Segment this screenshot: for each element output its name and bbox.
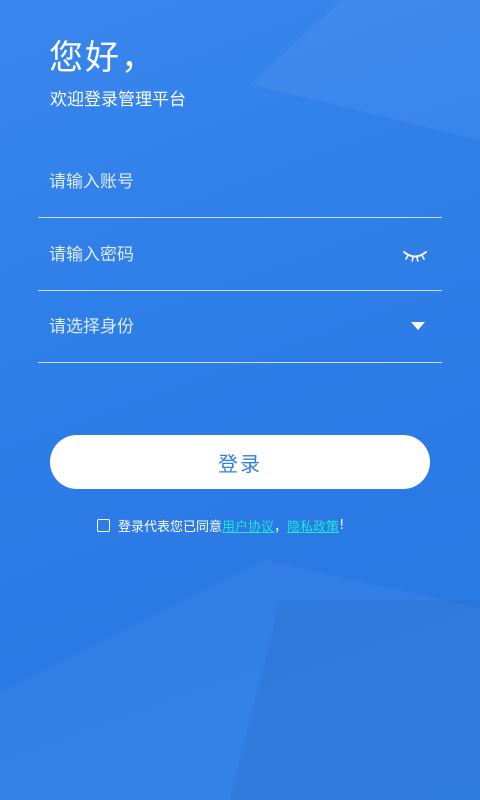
identity-placeholder: 请选择身份 bbox=[49, 317, 134, 337]
user-agreement-link[interactable]: 用户协议 bbox=[222, 516, 274, 535]
account-input[interactable] bbox=[49, 146, 379, 218]
agreement-separator: ， bbox=[274, 519, 288, 535]
agreement-prefix: 登录代表您已同意 bbox=[118, 519, 223, 535]
background-facet bbox=[230, 600, 480, 800]
background-facet bbox=[0, 560, 480, 800]
account-field bbox=[38, 146, 442, 218]
background-facet bbox=[250, 0, 480, 140]
welcome-subtitle: 欢迎登录管理平台 bbox=[50, 90, 186, 110]
greeting-title: 您好， bbox=[49, 38, 157, 78]
agreement-suffix: ! bbox=[339, 517, 345, 533]
password-field bbox=[38, 219, 442, 291]
eye-closed-icon[interactable] bbox=[402, 245, 428, 265]
agreement-checkbox[interactable] bbox=[97, 518, 110, 532]
password-input[interactable] bbox=[49, 219, 379, 291]
privacy-policy-link[interactable]: 隐私政策 bbox=[287, 516, 339, 535]
identity-select[interactable]: 请选择身份 bbox=[38, 291, 442, 363]
login-button[interactable]: 登录 bbox=[50, 435, 430, 489]
dropdown-triangle-icon[interactable] bbox=[411, 322, 425, 330]
agreement-row: 登录代表您已同意 用户协议 ， 隐私政策 ! bbox=[97, 515, 344, 535]
